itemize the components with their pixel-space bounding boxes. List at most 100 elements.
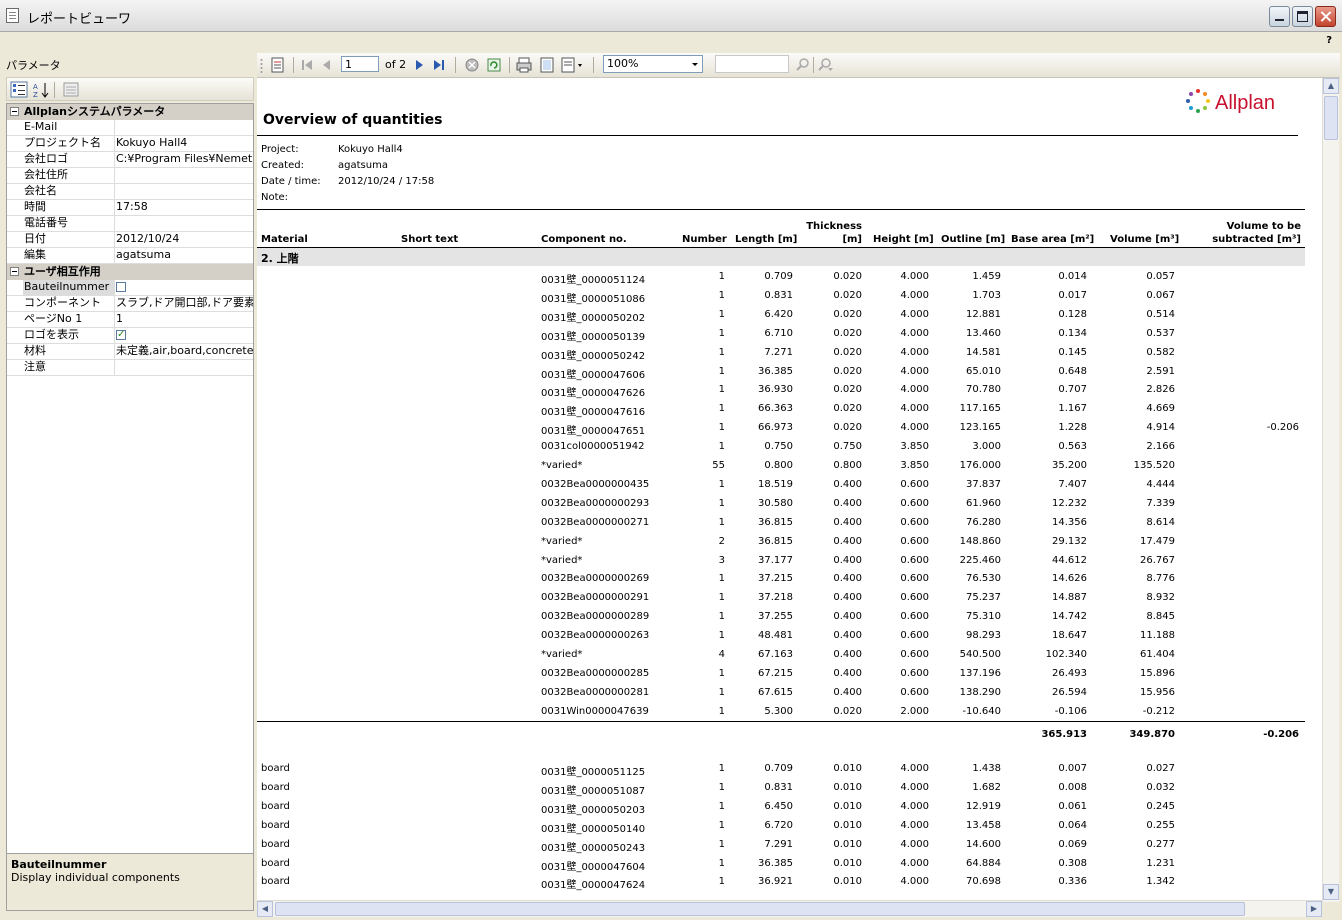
print-icon[interactable] [515,56,533,74]
categorized-icon[interactable] [10,81,28,98]
vertical-scrollbar[interactable]: ▲ ▼ [1322,78,1339,902]
table-cell: 540.500 [959,649,1001,660]
print-layout-icon[interactable] [538,56,556,74]
col-number: Number [682,234,727,245]
col-subtract-unit: subtracted [m³] [1212,234,1301,245]
table-cell: 1.167 [1058,403,1087,415]
table-cell: 1 [718,346,725,358]
page-number-input[interactable]: 1 [341,56,379,72]
maximize-button[interactable] [1292,6,1313,27]
help-button[interactable]: ? [1326,35,1332,46]
property-value[interactable] [115,120,253,135]
category-system-params[interactable]: Allplanシステムパラメータ [7,104,253,120]
property-value[interactable] [115,280,253,295]
close-button[interactable] [1315,6,1336,27]
table-cell: 70.780 [966,384,1001,396]
horizontal-scrollbar[interactable]: ◀ ▶ [257,900,1322,917]
property-row[interactable]: E-Mail [7,120,253,136]
table-cell: 7.271 [764,346,793,358]
property-value[interactable]: 2012/10/24 [115,232,253,247]
find-text-input[interactable] [715,55,789,73]
table-cell: 14.742 [1052,611,1087,623]
horizontal-scroll-thumb[interactable] [275,902,1245,916]
property-row[interactable]: コンポーネントスラブ,ドア開口部,ドア要素,下 [7,296,253,312]
table-cell: 0032Bea0000000281 [541,686,650,698]
collapse-icon[interactable] [10,267,19,276]
table-cell: 0.020 [833,308,862,320]
table-cell: 0.400 [833,611,862,623]
property-row[interactable]: 材料 未定義,air,board,concrete,in [7,344,253,360]
table-cell: 0.600 [900,649,929,660]
scroll-up-button[interactable]: ▲ [1323,78,1339,94]
property-grid[interactable]: Allplanシステムパラメータ E-Mail プロジェクト名 Kokuyo Ha… [6,103,254,903]
previous-page-icon[interactable] [319,56,335,74]
table-cell: 0.400 [833,649,862,660]
table-row: board 0031壁_0000047604 1 36.385 0.010 4.000 64… [257,854,1305,873]
property-value[interactable]: 1 [115,312,253,327]
table-cell: 0031壁_0000051086 [541,293,646,305]
table-cell: 0031col0000051942 [541,441,645,453]
property-row[interactable]: 日付 2012/10/24 [7,232,253,248]
property-row[interactable]: 時間 17:58 [7,200,253,216]
scroll-down-button[interactable]: ▼ [1323,884,1339,900]
first-page-icon[interactable] [299,56,315,74]
property-row[interactable]: 会社住所 [7,168,253,184]
property-value[interactable] [115,328,253,343]
last-page-icon[interactable] [431,56,447,74]
property-value[interactable]: Kokuyo Hall4 [115,136,253,151]
scroll-right-button[interactable]: ▶ [1306,901,1322,917]
toolbar-grip[interactable] [259,56,264,74]
show-logo-checkbox[interactable] [116,328,126,342]
table-row: 0032Bea0000000289 1 37.255 0.400 0.600 75.310… [257,607,1305,626]
document-map-icon[interactable] [269,56,287,74]
table-cell: 0.067 [1146,289,1175,301]
sort-alphabetical-icon[interactable]: A Z [32,81,50,98]
collapse-icon[interactable] [10,107,19,116]
table-cell: 35.200 [1052,460,1087,471]
property-value[interactable] [115,360,253,375]
table-cell: 0031壁_0000050243 [541,842,646,854]
property-row[interactable]: ページNo 11 [7,312,253,328]
property-label: 注意 [23,360,115,375]
property-value[interactable] [115,184,253,199]
property-row[interactable]: ロゴを表示 [7,328,253,344]
bauteilnummer-checkbox[interactable] [116,282,126,292]
find-icon[interactable] [794,56,812,74]
report-icon [6,8,19,23]
property-value[interactable]: C:¥Program Files¥Nemetsc [115,152,253,167]
property-row[interactable]: 注意 [7,360,253,376]
find-next-icon[interactable] [817,56,835,74]
property-value[interactable]: 17:58 [115,200,253,215]
property-row[interactable]: Bauteilnummer [7,280,253,296]
stop-icon[interactable] [463,56,481,74]
table-cell: 66.973 [758,422,793,434]
page-setup-icon[interactable] [560,56,586,74]
property-row[interactable]: 電話番号 [7,216,253,232]
property-row[interactable]: 会社名 [7,184,253,200]
close-icon [1316,7,1335,26]
next-page-icon[interactable] [411,56,427,74]
property-value[interactable]: 未定義,air,board,concrete,in [115,344,253,359]
table-cell: 0.400 [833,478,862,490]
property-value[interactable]: agatsuma [115,248,253,263]
property-pages-icon[interactable] [62,81,80,98]
table-cell: 65.010 [966,365,1001,377]
category-user-interaction[interactable]: ユーザ相互作用 [7,264,253,280]
minimize-button[interactable] [1269,6,1290,27]
refresh-icon[interactable] [485,56,503,74]
table-cell: 0031壁_0000050139 [541,331,646,343]
property-value[interactable]: スラブ,ドア開口部,ドア要素,下 [115,296,253,311]
table-cell: 36.815 [758,516,793,528]
property-row[interactable]: 会社ロゴ C:¥Program Files¥Nemetsc [7,152,253,168]
property-row[interactable]: プロジェクト名 Kokuyo Hall4 [7,136,253,152]
table-cell: 67.615 [758,686,793,698]
scroll-left-button[interactable]: ◀ [257,901,273,917]
property-row[interactable]: 編集 agatsuma [7,248,253,264]
property-value[interactable] [115,216,253,231]
table-row: board 0031壁_0000050203 1 6.450 0.010 4.000 12.… [257,797,1305,816]
chevron-down-icon[interactable] [688,56,702,72]
vertical-scroll-thumb[interactable] [1324,96,1338,140]
table-cell: 75.310 [966,611,1001,623]
property-value[interactable] [115,168,253,183]
zoom-select[interactable]: 100% [603,55,703,73]
